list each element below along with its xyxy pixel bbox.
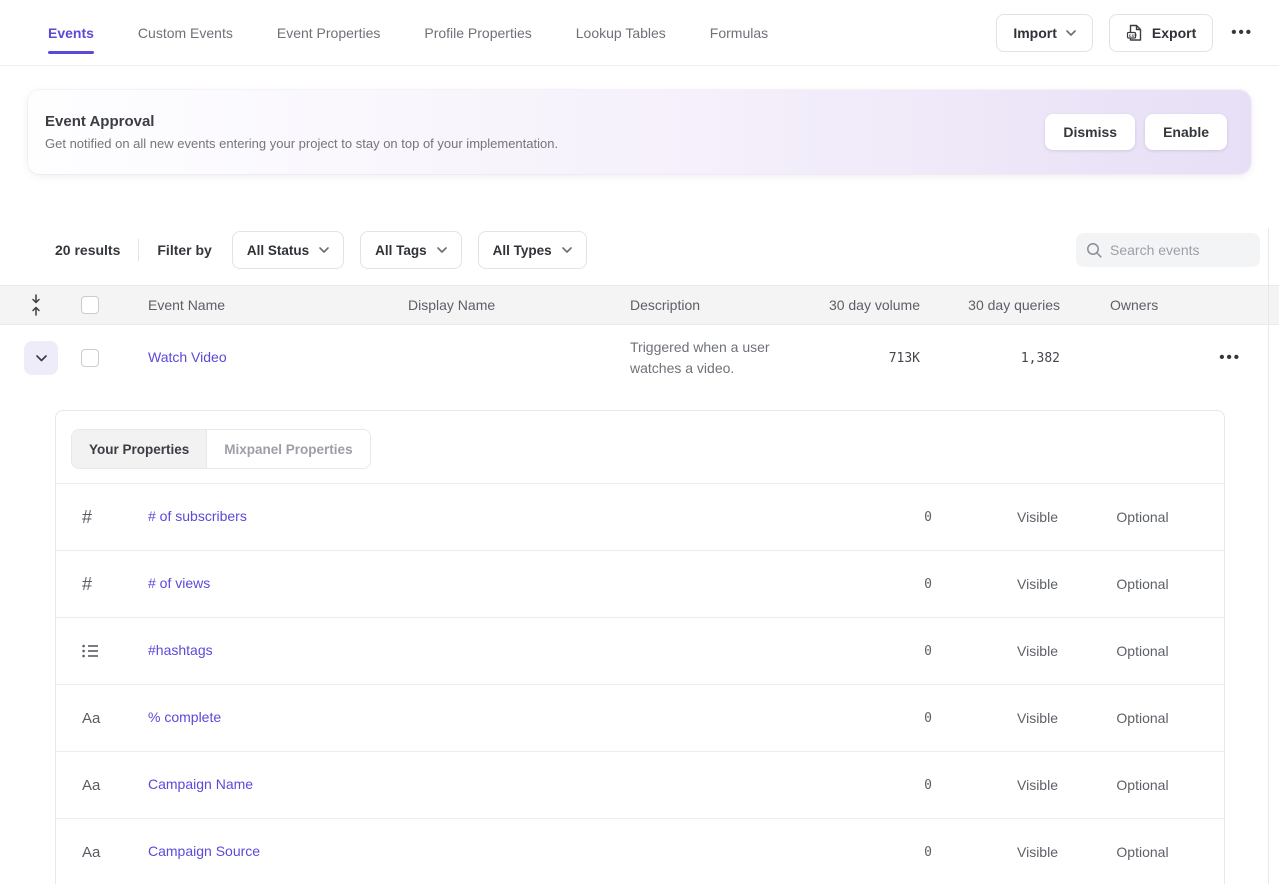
events-table-header: Event Name Display Name Description 30 d… [0,285,1279,325]
number-type-icon: # [56,574,148,595]
event-30-day-volume: 713K [820,351,920,366]
property-visibility: Visible [985,777,1090,793]
collapse-all-button[interactable] [24,291,48,319]
tab-event-properties[interactable]: Event Properties [277,0,381,65]
property-row: # # of subscribers 0 Visible Optional [56,484,1224,551]
property-visibility: Visible [985,710,1090,726]
number-type-icon: # [56,507,148,528]
property-requirement: Optional [1090,509,1195,525]
property-count: 0 [872,845,932,860]
chevron-down-icon [562,247,572,253]
search-input[interactable] [1110,242,1250,258]
tab-formulas[interactable]: Formulas [710,0,768,65]
text-type-icon: Aa [56,844,148,861]
header-owners: Owners [1060,297,1210,313]
list-type-icon [56,644,148,658]
properties-list: # # of subscribers 0 Visible Optional # … [56,483,1224,884]
property-requirement: Optional [1090,643,1195,659]
event-description: Triggered when a user watches a video. [630,337,820,379]
status-filter-label: All Status [247,243,309,258]
property-visibility: Visible [985,576,1090,592]
property-name-link[interactable]: % complete [148,709,221,725]
property-row: Aa Campaign Source 0 Visible Optional [56,819,1224,884]
chevron-down-icon [437,247,447,253]
header-30-day-volume: 30 day volume [820,297,920,313]
filter-by-label: Filter by [157,242,211,258]
property-name-link[interactable]: Campaign Source [148,843,260,859]
property-visibility: Visible [985,509,1090,525]
property-visibility: Visible [985,643,1090,659]
chevron-down-icon [36,355,47,362]
lexicon-tabs: Events Custom Events Event Properties Pr… [48,0,768,65]
text-type-icon: Aa [56,777,148,794]
filter-toolbar: 20 results Filter by All Status All Tags… [0,231,1279,269]
import-button-label: Import [1013,25,1057,41]
property-row: # # of views 0 Visible Optional [56,551,1224,618]
property-name-link[interactable]: Campaign Name [148,776,253,792]
property-count: 0 [872,778,932,793]
property-name-link[interactable]: # of subscribers [148,508,247,524]
text-type-icon: Aa [56,710,148,727]
property-count: 0 [872,711,932,726]
types-filter-dropdown[interactable]: All Types [478,231,587,269]
property-row: Aa % complete 0 Visible Optional [56,685,1224,752]
tab-profile-properties[interactable]: Profile Properties [424,0,531,65]
header-display-name: Display Name [408,297,630,313]
event-row-watch-video: Watch Video Triggered when a user watche… [0,325,1279,391]
types-filter-label: All Types [493,243,552,258]
event-properties-panel: Your Properties Mixpanel Properties # # … [55,410,1225,884]
tags-filter-dropdown[interactable]: All Tags [360,231,462,269]
tab-mixpanel-properties[interactable]: Mixpanel Properties [207,430,369,468]
tab-lookup-tables[interactable]: Lookup Tables [576,0,666,65]
event-30-day-queries: 1,382 [920,351,1060,366]
property-row: #hashtags 0 Visible Optional [56,618,1224,685]
header-event-name: Event Name [148,297,408,313]
header-30-day-queries: 30 day queries [920,297,1060,313]
property-requirement: Optional [1090,710,1195,726]
property-row: Aa Campaign Name 0 Visible Optional [56,752,1224,819]
row-checkbox[interactable] [81,349,99,367]
property-count: 0 [872,577,932,592]
search-icon [1086,242,1102,258]
header-description: Description [630,297,820,313]
csv-file-icon: csv [1126,24,1143,42]
tab-custom-events[interactable]: Custom Events [138,0,233,65]
top-navigation: Events Custom Events Event Properties Pr… [0,0,1279,66]
property-name-link[interactable]: #hashtags [148,642,213,658]
property-name-link[interactable]: # of views [148,575,210,591]
status-filter-dropdown[interactable]: All Status [232,231,344,269]
tab-your-properties[interactable]: Your Properties [72,430,207,468]
dismiss-button[interactable]: Dismiss [1045,114,1135,150]
tags-filter-label: All Tags [375,243,427,258]
export-button-label: Export [1152,25,1196,41]
property-visibility: Visible [985,844,1090,860]
property-count: 0 [872,510,932,525]
enable-button[interactable]: Enable [1145,114,1227,150]
search-box [1076,233,1260,267]
banner-title: Event Approval [45,113,558,130]
property-requirement: Optional [1090,576,1195,592]
property-count: 0 [872,644,932,659]
event-name-link[interactable]: Watch Video [148,349,227,365]
properties-tab-group: Your Properties Mixpanel Properties [71,429,371,469]
property-requirement: Optional [1090,777,1195,793]
property-requirement: Optional [1090,844,1195,860]
banner-description: Get notified on all new events entering … [45,136,558,151]
more-options-button[interactable]: ••• [1229,20,1255,45]
scrollbar-track[interactable] [1268,228,1269,884]
results-count: 20 results [55,242,120,258]
toolbar-divider [138,239,139,261]
tab-events[interactable]: Events [48,0,94,65]
export-button[interactable]: csv Export [1109,14,1213,52]
event-approval-banner: Event Approval Get notified on all new e… [28,90,1251,174]
svg-text:csv: csv [1128,33,1137,38]
collapse-row-button[interactable] [24,341,58,375]
row-actions-button[interactable]: ••• [1217,345,1243,370]
import-button[interactable]: Import [996,14,1093,52]
chevron-down-icon [319,247,329,253]
chevron-down-icon [1066,30,1076,36]
select-all-checkbox[interactable] [81,296,99,314]
